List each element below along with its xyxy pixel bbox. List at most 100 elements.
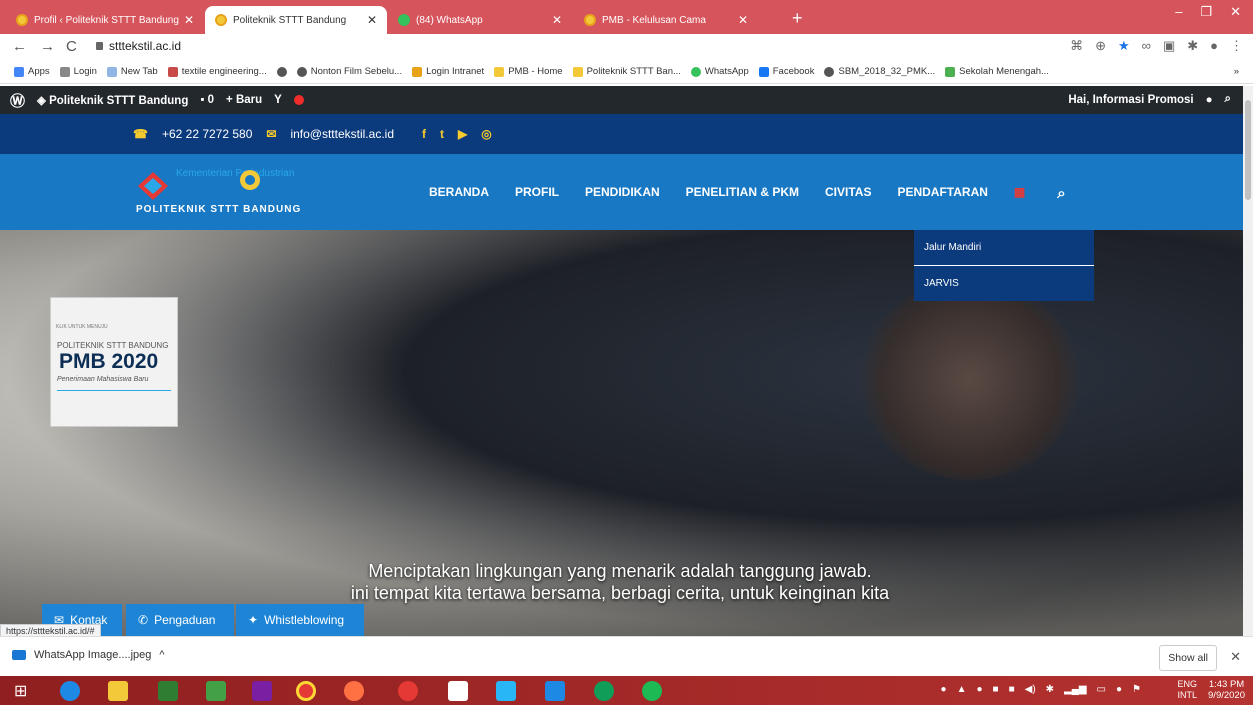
bookmark-globe[interactable] (276, 66, 287, 77)
wordpress-logo-icon[interactable]: Ⓦ (10, 90, 25, 111)
tab-close-icon[interactable]: ✕ (367, 13, 377, 27)
windows-start-icon[interactable]: ⊞ (14, 681, 34, 701)
ministry-emblem-icon (240, 170, 260, 190)
tray-app-icon[interactable]: ■ (1009, 684, 1015, 695)
volume-icon[interactable]: ◀) (1025, 684, 1036, 695)
nav-pendaftaran[interactable]: PENDAFTARAN (897, 185, 987, 202)
nav-beranda[interactable]: BERANDA (429, 185, 489, 202)
tray-app-icon[interactable]: ▲ (957, 684, 967, 695)
wp-site-link[interactable]: ◈ Politeknik STTT Bandung (37, 93, 188, 107)
translate-icon[interactable]: ⌘ (1070, 38, 1083, 54)
twitter-icon[interactable]: t (440, 127, 444, 141)
site-logo[interactable]: Kementerian Perindustrian POLITEKNIK STT… (136, 166, 300, 220)
wp-greeting[interactable]: Hai, Informasi Promosi (1068, 94, 1193, 106)
close-window-icon[interactable]: ✕ (1230, 4, 1241, 20)
bookmark-nonton[interactable]: Nonton Film Sebelu... (296, 66, 402, 77)
spotify-icon[interactable] (642, 681, 662, 701)
bookmark-star-icon[interactable]: ★ (1118, 38, 1130, 54)
facebook-icon[interactable]: f (422, 127, 426, 141)
search-icon[interactable]: ⌕ (1225, 93, 1231, 106)
bookmark-politeknik[interactable]: Politeknik STTT Ban... (572, 66, 681, 77)
dropbox-icon[interactable] (545, 681, 565, 701)
new-tab-button[interactable]: + (792, 8, 803, 29)
restore-icon[interactable]: ❐ (1200, 4, 1212, 20)
extension-glasses-icon[interactable]: ∞ (1142, 38, 1151, 54)
bookmark-sbm[interactable]: SBM_2018_32_PMK... (824, 66, 935, 77)
bookmark-newtab[interactable]: New Tab (106, 66, 158, 77)
wp-comments[interactable]: ▪ 0 (200, 94, 214, 106)
flag-icon[interactable]: ⚑ (1132, 684, 1141, 695)
close-icon[interactable]: ✕ (1230, 649, 1241, 665)
show-all-button[interactable]: Show all (1159, 645, 1217, 671)
bookmark-login[interactable]: Login (59, 66, 97, 77)
youtube-icon[interactable]: ▶ (458, 127, 467, 141)
tab-whatsapp[interactable]: (84) WhatsApp ✕ (388, 6, 572, 34)
site-icon (945, 66, 956, 77)
tab-close-icon[interactable]: ✕ (552, 13, 562, 27)
bookmark-whatsapp[interactable]: WhatsApp (690, 66, 749, 77)
back-arrow-icon[interactable]: ← (12, 38, 27, 55)
bookmark-apps[interactable]: Apps (14, 66, 50, 77)
instagram-icon[interactable]: ◎ (481, 127, 491, 141)
email-address[interactable]: info@stttekstil.ac.id (290, 127, 394, 141)
dropdown-jalur-mandiri[interactable]: Jalur Mandiri (914, 230, 1094, 265)
tab-close-icon[interactable]: ✕ (738, 13, 748, 27)
tray-app-icon[interactable]: ● (977, 684, 983, 695)
more-bookmarks-icon[interactable]: » (1234, 66, 1239, 77)
pmb-2020-card[interactable]: KLIK UNTUK MENUJU POLITEKNIK STTT BANDUN… (50, 297, 178, 427)
chrome-icon[interactable] (296, 681, 316, 701)
forward-arrow-icon[interactable]: → (40, 38, 55, 55)
tab-close-icon[interactable]: ✕ (184, 13, 194, 27)
document-icon[interactable] (448, 681, 468, 701)
file-explorer-icon[interactable] (108, 681, 128, 701)
reload-icon[interactable]: C (66, 38, 77, 55)
internet-explorer-icon[interactable] (60, 681, 80, 701)
scrollbar-thumb[interactable] (1245, 100, 1251, 200)
profile-avatar-icon[interactable]: ● (1210, 38, 1218, 54)
bookmark-pmb-home[interactable]: PMB - Home (494, 66, 563, 77)
pengaduan-button[interactable]: ✆ Pengaduan (126, 604, 234, 636)
tab-profil[interactable]: Profil ‹ Politeknik STTT Bandung ✕ (6, 6, 204, 34)
uk-flag-icon[interactable]: ▦ (1014, 185, 1025, 202)
bluetooth-icon[interactable]: ✱ (1046, 684, 1054, 695)
edge-icon[interactable] (594, 681, 614, 701)
extension-icon[interactable]: ▣ (1163, 38, 1175, 54)
signal-icon[interactable]: ▂▄▆ (1064, 684, 1086, 695)
search-icon[interactable]: ⌕ (1057, 185, 1065, 202)
whistleblowing-button[interactable]: ✦ Whistleblowing (236, 604, 364, 636)
bookmark-facebook[interactable]: Facebook (758, 66, 814, 77)
clock[interactable]: 1:43 PM 9/9/2020 (1208, 679, 1245, 701)
firefox-icon[interactable] (344, 681, 364, 701)
nav-penelitian[interactable]: PENELITIAN & PKM (686, 185, 799, 202)
address-bar[interactable]: stttekstil.ac.id (96, 39, 181, 53)
tray-app-icon[interactable]: ● (941, 684, 947, 695)
tray-app-icon[interactable]: ▭ (1097, 684, 1106, 695)
dropdown-jarvis[interactable]: JARVIS (914, 266, 1094, 301)
tray-app-icon[interactable]: ■ (993, 684, 999, 695)
phone-number[interactable]: +62 22 7272 580 (162, 127, 252, 141)
bookmark-textile[interactable]: textile engineering... (167, 66, 267, 77)
tab-pmb[interactable]: PMB - Kelulusan Cama ✕ (574, 6, 758, 34)
zoom-icon[interactable]: ⊕ (1095, 38, 1106, 54)
store-icon[interactable] (158, 681, 178, 701)
user-icon[interactable]: ● (1206, 94, 1213, 106)
nav-profil[interactable]: PROFIL (515, 185, 559, 202)
opera-icon[interactable] (398, 681, 418, 701)
download-item[interactable]: WhatsApp Image....jpeg ^ (12, 649, 165, 661)
menu-dots-icon[interactable]: ⋮ (1230, 38, 1243, 54)
tab-politeknik[interactable]: Politeknik STTT Bandung ✕ (205, 6, 387, 34)
bookmark-sekolah[interactable]: Sekolah Menengah... (945, 66, 1049, 77)
minimize-icon[interactable]: – (1175, 4, 1182, 20)
bookmark-intranet[interactable]: Login Intranet (412, 66, 484, 77)
app-icon[interactable] (206, 681, 226, 701)
puzzle-icon[interactable]: ✱ (1187, 38, 1198, 54)
app-icon[interactable] (496, 681, 516, 701)
chevron-up-icon[interactable]: ^ (159, 649, 164, 661)
wp-yoast-icon[interactable]: Y (274, 94, 282, 106)
tray-app-icon[interactable]: ● (1116, 684, 1122, 695)
app-icon[interactable] (252, 681, 272, 701)
nav-civitas[interactable]: CIVITAS (825, 185, 871, 202)
language-indicator[interactable]: ENG INTL (1177, 679, 1197, 701)
nav-pendidikan[interactable]: PENDIDIKAN (585, 185, 660, 202)
wp-new[interactable]: + Baru (226, 94, 262, 106)
